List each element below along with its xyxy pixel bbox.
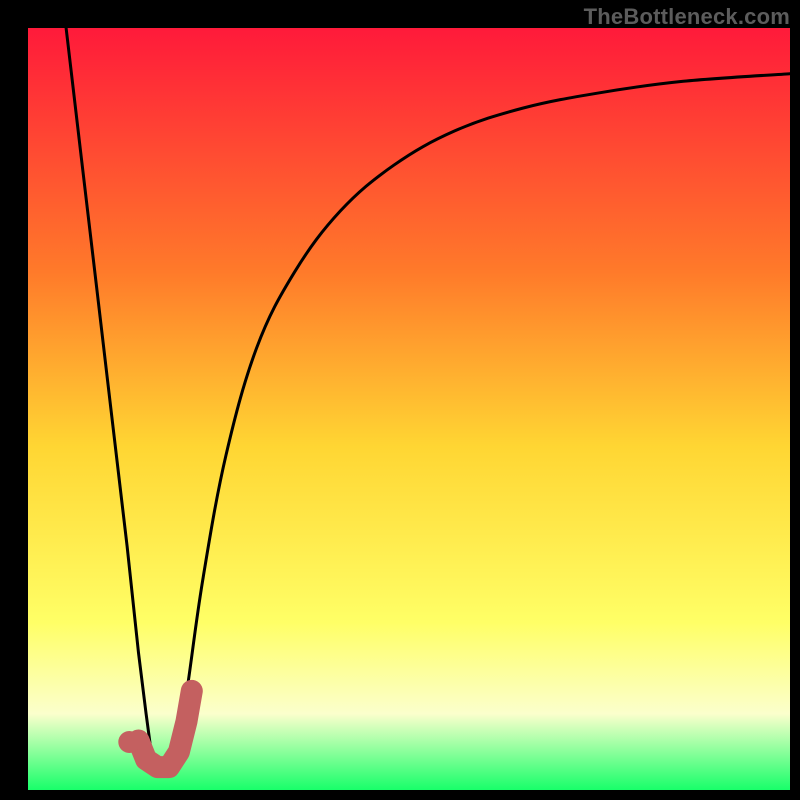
watermark-text: TheBottleneck.com	[584, 4, 790, 30]
chart-frame: TheBottleneck.com	[0, 0, 800, 800]
plot-wrapper	[28, 28, 790, 790]
optimal-dot-marker	[118, 731, 140, 753]
plot-svg	[28, 28, 790, 790]
